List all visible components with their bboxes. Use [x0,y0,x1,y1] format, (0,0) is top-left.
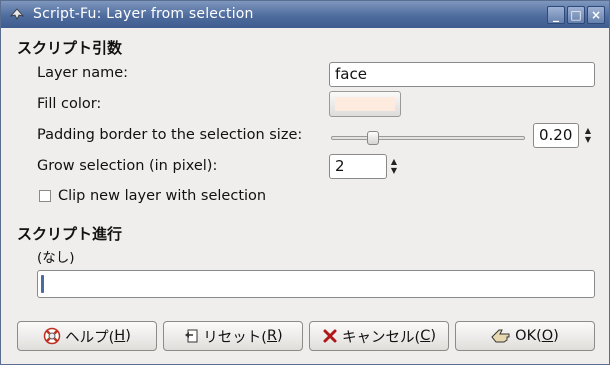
cancel-label-close: ) [430,328,436,344]
reset-label-close: ) [277,328,283,344]
fill-color-label: Fill color: [37,96,102,112]
grow-selection-label: Grow selection (in pixel): [37,158,218,174]
ok-label-close: ) [553,328,559,344]
ok-button[interactable]: OK(O) [455,321,595,351]
cancel-label: キャンセル( [342,329,421,346]
reset-label: リセット( [203,329,267,346]
ok-hand-icon [491,329,510,343]
maximize-button[interactable]: □ [567,6,585,24]
fill-color-swatch [335,97,395,111]
close-button[interactable]: × [587,6,605,24]
padding-spin-arrows[interactable]: ▲ ▼ [583,126,593,144]
progress-status-text: (なし) [37,250,75,266]
padding-border-label: Padding border to the selection size: [37,127,303,143]
padding-slider-handle[interactable] [367,131,379,145]
help-label-close: ) [125,328,131,344]
padding-value-input[interactable]: 0.20 [533,123,579,148]
ok-mnemonic: O [541,328,554,344]
clip-layer-checkbox[interactable] [39,190,51,202]
clip-layer-label[interactable]: Clip new layer with selection [58,188,266,204]
grow-spin-arrows[interactable]: ▲ ▼ [389,157,399,175]
padding-value: 0.20 [539,126,573,144]
progress-bar [37,270,595,298]
lifebuoy-icon [43,327,61,345]
reset-mnemonic: R [266,328,278,344]
cancel-button[interactable]: キャンセル(C) [309,321,449,351]
title-bar[interactable]: Script-Fu: Layer from selection _ □ × [1,1,609,28]
script-arguments-heading: スクリプト引数 [17,39,123,57]
layer-name-value: face [335,65,367,83]
grow-selection-input[interactable]: 2 [329,154,387,179]
help-button[interactable]: ヘルプ(H) [17,321,157,351]
ok-label: OK( [515,328,542,344]
cancel-mnemonic: C [420,328,431,344]
cancel-x-icon [323,329,337,343]
help-label: ヘルプ( [65,329,115,346]
window-title: Script-Fu: Layer from selection [33,6,254,22]
layer-name-label: Layer name: [37,65,129,81]
reset-button[interactable]: リセット(R) [163,321,303,351]
layer-name-input[interactable]: face [329,62,595,87]
reset-icon [185,329,198,343]
progress-indicator [41,275,44,293]
help-mnemonic: H [114,328,126,344]
grow-selection-value: 2 [335,157,345,175]
padding-slider-track[interactable] [331,136,525,140]
dialog-window: Script-Fu: Layer from selection _ □ × スク… [0,0,610,365]
minimize-button[interactable]: _ [547,6,565,24]
script-progress-heading: スクリプト進行 [17,225,123,243]
script-fu-icon[interactable] [9,7,25,21]
fill-color-button[interactable] [329,91,401,117]
